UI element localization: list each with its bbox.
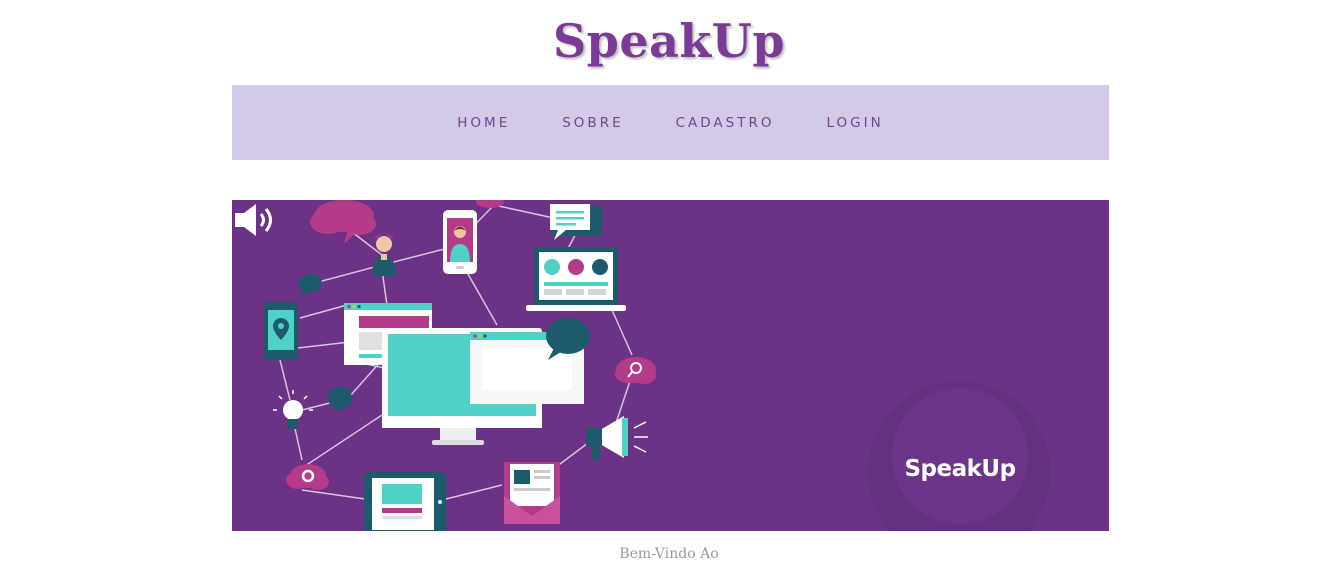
node-dot: [328, 386, 352, 410]
nav-cadastro[interactable]: CADASTRO: [676, 115, 775, 131]
tablet-icon: [364, 472, 446, 531]
envelope-icon: [504, 462, 560, 524]
settings-cloud-icon: [286, 464, 329, 490]
person-icon: [372, 234, 396, 276]
main-navbar: HOME SOBRE CADASTRO LOGIN: [232, 85, 1109, 160]
nav-sobre[interactable]: SOBRE: [562, 115, 623, 131]
small-chat-icon: [298, 274, 322, 298]
hero-banner: SpeakUp: [232, 200, 1109, 531]
location-pin-icon: [264, 302, 298, 360]
site-title[interactable]: SpeakUp: [0, 14, 1338, 68]
search-cloud-icon: [615, 357, 656, 384]
welcome-text: Bem-Vindo Ao: [619, 546, 719, 562]
message-icon: [476, 200, 602, 240]
logo-text: SpeakUp: [904, 456, 1016, 482]
megaphone-icon: [586, 416, 648, 460]
chat-bubble-icon: [310, 200, 376, 244]
speaker-icon: [235, 204, 272, 236]
nav-home[interactable]: HOME: [457, 115, 510, 131]
nav-login[interactable]: LOGIN: [827, 115, 884, 131]
laptop-icon: [526, 247, 626, 311]
smartphone-icon: [443, 210, 477, 274]
